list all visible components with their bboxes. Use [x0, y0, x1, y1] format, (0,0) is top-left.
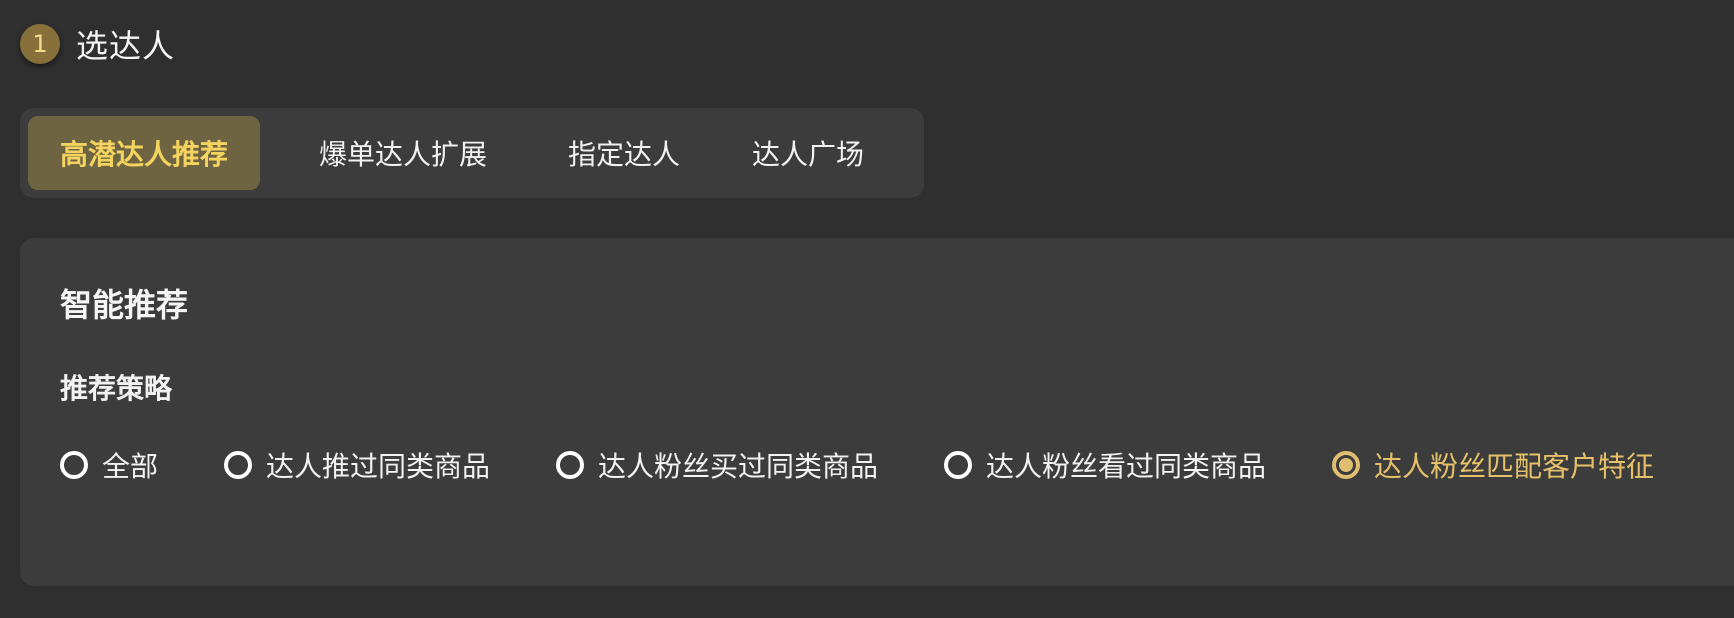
radio-label: 达人推过同类商品	[266, 450, 491, 483]
step-number: 1	[32, 30, 48, 58]
smart-recommend-card: 智能推荐 推荐策略 全部 达人推过同类商品 达人粉丝买过同类商品 达人粉丝看过同…	[20, 238, 1734, 586]
radio-label: 达人粉丝看过同类商品	[986, 450, 1267, 483]
tab-label: 爆单达人扩展	[318, 138, 487, 171]
radio-option-fans-viewed[interactable]: 达人粉丝看过同类商品	[944, 442, 1332, 488]
radio-option-fans-match-customer[interactable]: 达人粉丝匹配客户特征	[1332, 442, 1654, 488]
tab-hot-expansion[interactable]: 爆单达人扩展	[260, 116, 546, 190]
radio-dot-icon	[1339, 458, 1353, 472]
radio-unchecked-icon[interactable]	[556, 451, 584, 479]
strategy-label: 推荐策略	[60, 372, 173, 405]
card-title: 智能推荐	[60, 286, 189, 324]
tab-label: 达人广场	[751, 138, 864, 171]
step-title: 选达人	[76, 27, 176, 65]
radio-unchecked-icon[interactable]	[60, 451, 88, 479]
page: 1 选达人 高潜达人推荐 爆单达人扩展 指定达人 达人广场 智能推荐 推荐策略 …	[0, 0, 1734, 618]
step-number-badge: 1	[20, 24, 60, 64]
radio-checked-icon[interactable]	[1332, 451, 1360, 479]
radio-option-promoted-similar[interactable]: 达人推过同类商品	[224, 442, 556, 488]
tab-bar: 高潜达人推荐 爆单达人扩展 指定达人 达人广场	[20, 108, 924, 198]
step-header: 1 选达人	[20, 24, 176, 65]
tab-high-potential[interactable]: 高潜达人推荐	[28, 116, 260, 190]
tab-label: 高潜达人推荐	[59, 138, 228, 171]
radio-option-all[interactable]: 全部	[60, 442, 224, 488]
tab-plaza[interactable]: 达人广场	[702, 116, 914, 190]
radio-option-fans-bought[interactable]: 达人粉丝买过同类商品	[556, 442, 944, 488]
strategy-radio-group: 全部 达人推过同类商品 达人粉丝买过同类商品 达人粉丝看过同类商品 达人粉丝匹配…	[60, 442, 1654, 488]
radio-unchecked-icon[interactable]	[944, 451, 972, 479]
tab-specified[interactable]: 指定达人	[546, 116, 702, 190]
radio-label: 达人粉丝买过同类商品	[598, 450, 879, 483]
tab-label: 指定达人	[567, 138, 680, 171]
radio-label: 全部	[102, 450, 159, 483]
radio-unchecked-icon[interactable]	[224, 451, 252, 479]
radio-label: 达人粉丝匹配客户特征	[1374, 450, 1655, 483]
